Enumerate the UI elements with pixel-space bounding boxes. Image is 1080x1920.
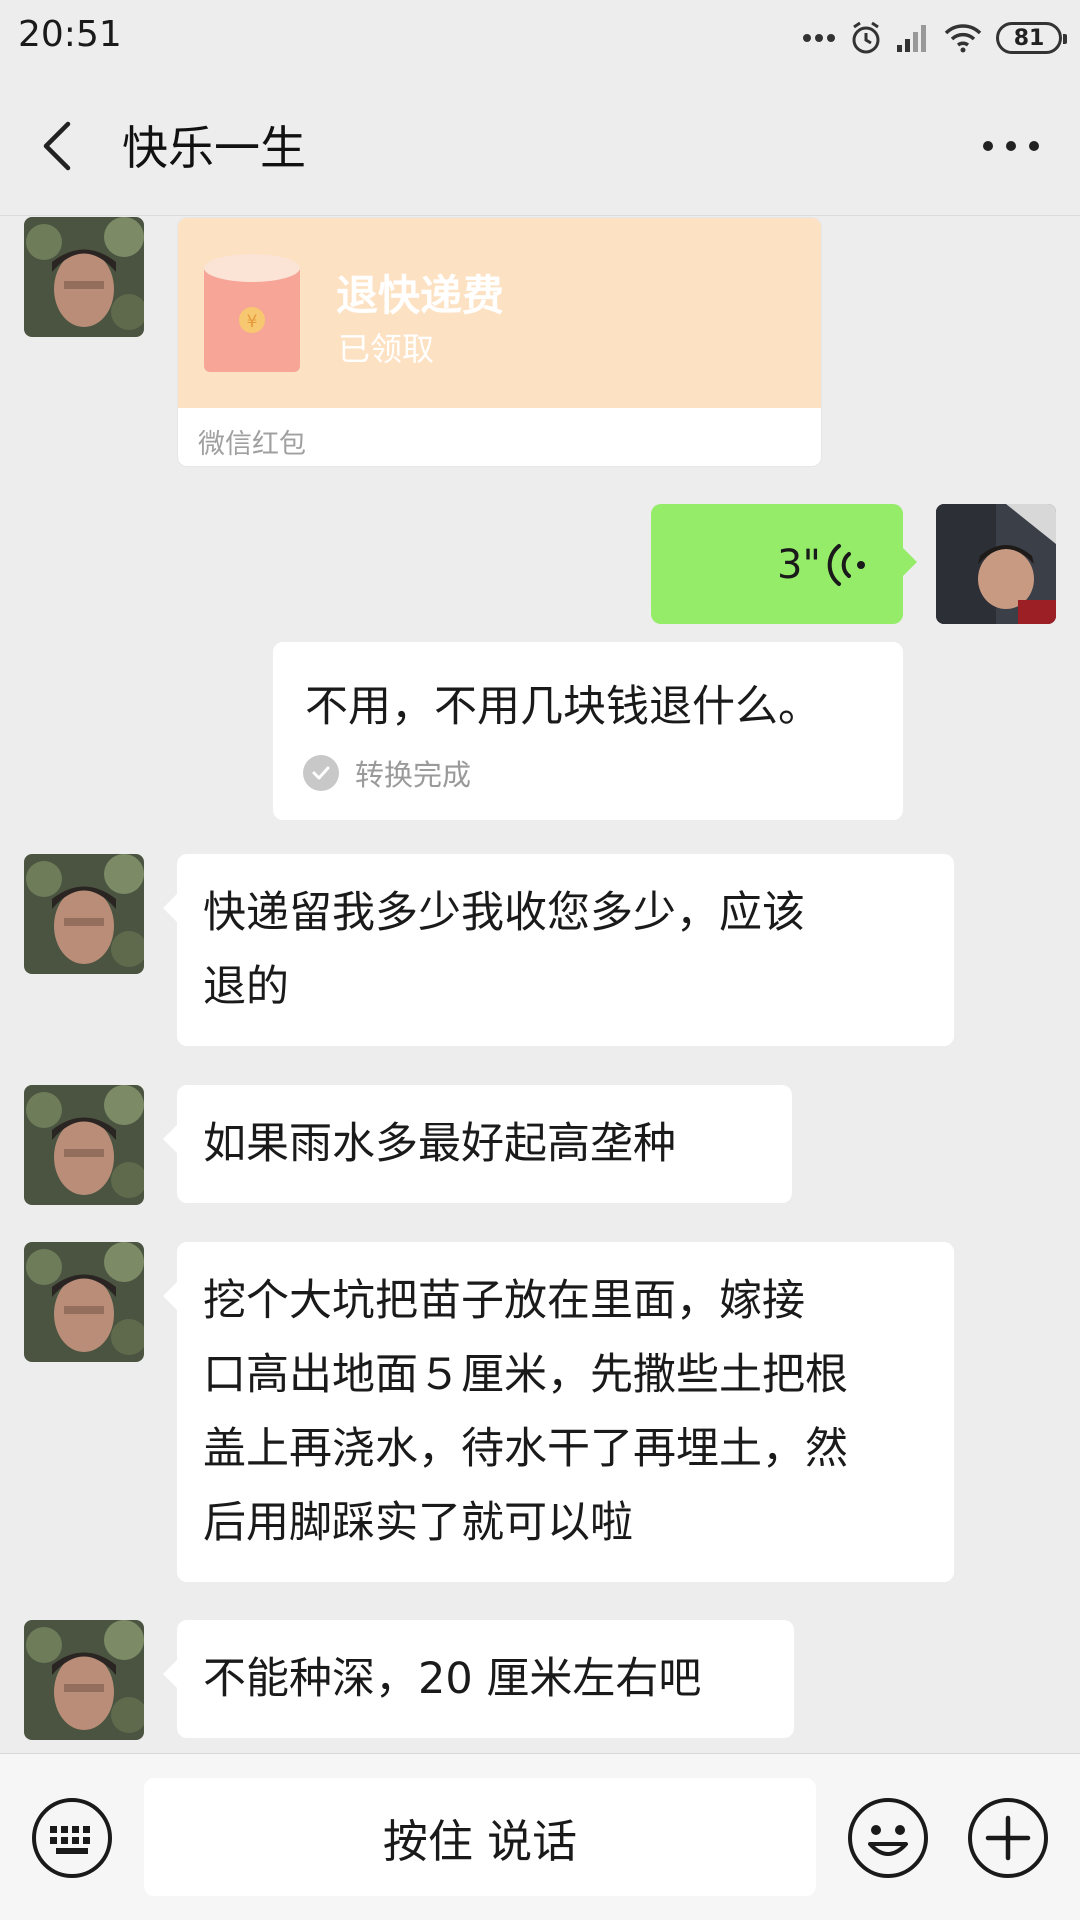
text-message[interactable]: 如果雨水多最好起高垄种 — [163, 1085, 792, 1203]
contact-avatar[interactable] — [24, 1085, 144, 1205]
message-line: 退的 — [203, 962, 289, 1012]
signal-icon — [897, 25, 926, 52]
keyboard-icon[interactable] — [30, 1796, 114, 1880]
contact-avatar[interactable] — [24, 1620, 144, 1740]
status-time: 20:51 — [18, 14, 122, 55]
svg-text:¥: ¥ — [247, 312, 258, 332]
my-avatar[interactable] — [936, 504, 1056, 624]
message-list[interactable]: ¥ 退快递费 已领取 微信红包 3" 不用，不用几块钱退什么。 转换完成 快递留… — [0, 217, 1080, 1753]
transcript-text: 不用，不用几块钱退什么。 — [305, 682, 821, 732]
hold-to-talk-button[interactable]: 按住 说话 — [144, 1778, 816, 1896]
red-packet-status: 已领取 — [338, 330, 435, 368]
text-message[interactable]: 快递留我多少我收您多少，应该 退的 — [163, 854, 954, 1046]
text-message[interactable]: 挖个大坑把苗子放在里面，嫁接 口高出地面５厘米，先撒些土把根 盖上再浇水，待水干… — [163, 1242, 954, 1582]
red-packet-message[interactable]: ¥ 退快递费 已领取 微信红包 — [177, 217, 822, 467]
alarm-icon — [852, 21, 880, 54]
plus-icon[interactable] — [966, 1796, 1050, 1880]
message-line: 盖上再浇水，待水干了再埋土，然 — [203, 1424, 848, 1474]
chat-screen: 20:51 81 快乐一生 ¥ 退快递费 已领取 微信红包 3" 不用，不用几块… — [0, 0, 1080, 1920]
voice-message[interactable]: 3" — [651, 504, 917, 624]
battery-level: 81 — [1013, 25, 1045, 51]
transcript-status: 转换完成 — [303, 752, 471, 794]
voice-transcript[interactable]: 不用，不用几块钱退什么。 转换完成 — [273, 642, 903, 820]
chat-header: 快乐一生 — [0, 76, 1080, 216]
chat-title: 快乐一生 — [122, 121, 306, 175]
transcript-status-label: 转换完成 — [355, 758, 472, 792]
status-bar: 20:51 81 — [0, 0, 1080, 76]
status-icons: 81 — [802, 16, 1067, 60]
check-circle-icon — [303, 755, 339, 791]
contact-avatar[interactable] — [24, 217, 144, 337]
chevron-left-icon[interactable] — [30, 116, 90, 176]
more-horizontal-icon[interactable] — [976, 116, 1046, 176]
message-line: 后用脚踩实了就可以啦 — [203, 1498, 633, 1548]
voice-wave-icon — [827, 544, 865, 586]
message-line: 挖个大坑把苗子放在里面，嫁接 — [203, 1276, 805, 1326]
red-packet-footer: 微信红包 — [198, 429, 306, 460]
emoji-icon[interactable] — [846, 1796, 930, 1880]
message-line: 快递留我多少我收您多少，应该 — [203, 888, 805, 938]
red-envelope-icon: ¥ — [204, 254, 300, 372]
contact-avatar[interactable] — [24, 854, 144, 974]
contact-avatar[interactable] — [24, 1242, 144, 1362]
red-packet-title: 退快递费 — [336, 271, 505, 320]
text-message[interactable]: 不能种深，20 厘米左右吧 — [163, 1620, 794, 1738]
battery-icon: 81 — [996, 22, 1067, 54]
input-bar: 按住 说话 — [0, 1753, 1080, 1920]
message-line: 如果雨水多最好起高垄种 — [203, 1119, 676, 1169]
wifi-icon — [944, 24, 982, 53]
message-line: 不能种深，20 厘米左右吧 — [203, 1654, 702, 1704]
voice-duration: 3" — [777, 542, 821, 588]
more-dots-icon — [803, 34, 835, 42]
message-line: 口高出地面５厘米，先撒些土把根 — [203, 1350, 848, 1400]
